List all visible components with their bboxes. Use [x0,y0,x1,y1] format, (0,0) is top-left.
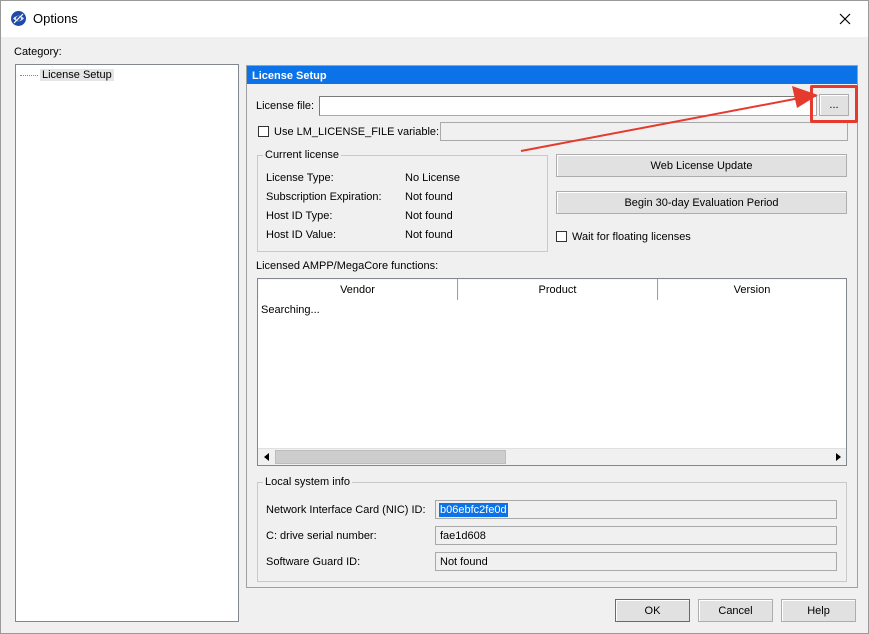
annotation-arrow [520,86,818,152]
